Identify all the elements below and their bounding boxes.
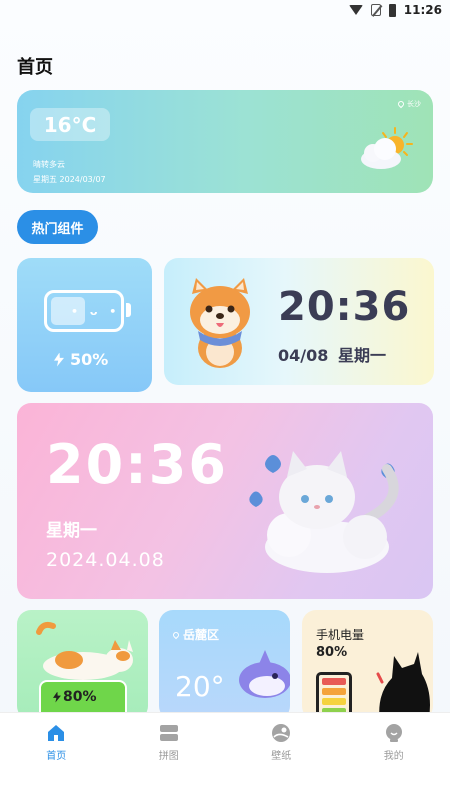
weather-temperature: 16°C (30, 108, 110, 141)
hot-widgets-tab[interactable]: 热门组件 (17, 210, 98, 244)
weather-location-label: 长沙 (407, 100, 421, 108)
cat-clock-date: 2024.04.08 (46, 549, 165, 571)
tab-puzzle-label: 拼图 (158, 751, 179, 762)
home-icon (48, 725, 65, 741)
dog-clock-date: 04/08 星期一 (278, 346, 386, 365)
cat-battery-percent: 80% (63, 689, 97, 705)
cloud-cat-image (249, 451, 399, 573)
phone-battery-widget[interactable]: 手机电量 80% (302, 610, 433, 720)
shiba-dog-image (190, 278, 250, 368)
dolphin-weather-widget[interactable]: 岳麓区 20° (159, 610, 290, 720)
wifi-icon (348, 5, 363, 15)
tab-wallpaper-label: 壁纸 (271, 751, 292, 762)
battery-face-icon: • ᴗ • (44, 290, 124, 332)
black-cat-image (376, 652, 430, 720)
bottom-tab-bar: 首页 拼图 壁纸 我的 (0, 712, 450, 800)
tab-wallpaper[interactable]: 壁纸 (225, 713, 338, 800)
puzzle-icon (159, 725, 178, 741)
bolt-icon (54, 352, 64, 367)
battery-widget[interactable]: • ᴗ • 50% (17, 258, 152, 392)
status-bar: 11:26 (0, 0, 450, 20)
cat-battery-widget[interactable]: 80% (17, 610, 148, 720)
tab-home-label: 首页 (46, 751, 67, 762)
weather-widget[interactable]: 16°C 晴转多云 星期五 2024/03/07 长沙 (17, 90, 433, 193)
tab-home[interactable]: 首页 (0, 713, 113, 800)
cat-clock-time: 20:36 (46, 433, 228, 496)
page-title: 首页 (17, 57, 53, 78)
cloud-sun-icon (361, 127, 413, 169)
tab-profile[interactable]: 我的 (338, 713, 450, 800)
location-pin-icon (171, 630, 181, 639)
tab-profile-label: 我的 (383, 751, 404, 762)
sleeping-cat-image (36, 621, 133, 680)
cat-clock-widget[interactable]: 20:36 星期一 2024.04.08 (17, 403, 433, 599)
phone-battery-label: 手机电量 (316, 628, 365, 642)
no-sim-icon (370, 4, 381, 16)
dog-clock-widget[interactable]: 20:36 04/08 星期一 (164, 258, 434, 385)
bolt-icon (53, 691, 61, 703)
status-time: 11:26 (403, 3, 442, 17)
dolphin-location: 岳麓区 (183, 628, 220, 642)
cat-clock-weekday: 星期一 (46, 521, 97, 541)
battery-percent: 50% (70, 350, 109, 369)
battery-icon (388, 3, 396, 17)
profile-icon (385, 724, 402, 742)
weather-date: 星期五 2024/03/07 (33, 175, 106, 184)
dolphin-temperature: 20° (175, 670, 225, 703)
wallpaper-icon (272, 724, 291, 742)
dolphin-image (239, 650, 290, 698)
dog-clock-time: 20:36 (278, 284, 411, 330)
weather-description: 晴转多云 (33, 160, 65, 169)
phone-battery-percent: 80% (316, 645, 348, 660)
tab-puzzle[interactable]: 拼图 (113, 713, 226, 800)
location-pin-icon (396, 99, 406, 109)
weather-location: 长沙 (396, 99, 421, 109)
